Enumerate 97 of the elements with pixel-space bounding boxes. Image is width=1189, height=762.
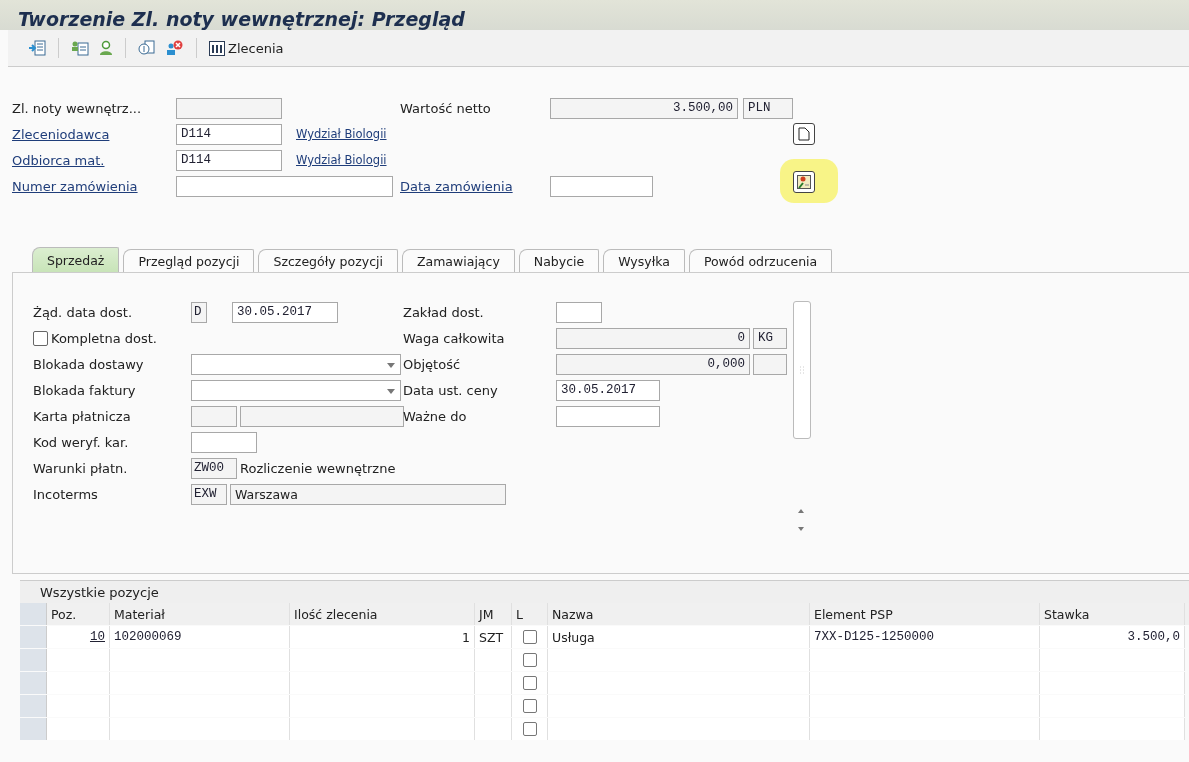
code-field[interactable]: EXW bbox=[191, 483, 227, 505]
window-title: Tworzenie Zl. noty wewnętrznej: Przegląd bbox=[18, 8, 465, 30]
row-selector[interactable] bbox=[20, 695, 47, 717]
field-label: Zl. noty wewnętrz... bbox=[12, 100, 143, 116]
field-label: Incoterms bbox=[33, 486, 99, 502]
table-cell bbox=[47, 718, 110, 740]
field-label: Waga całkowita bbox=[403, 330, 506, 346]
input-field[interactable]: 30.05.2017 bbox=[556, 379, 660, 401]
order-date-field[interactable] bbox=[550, 175, 653, 197]
input-field[interactable] bbox=[556, 301, 602, 323]
caret-icon bbox=[387, 388, 395, 394]
field-label: Karta płatnicza bbox=[33, 408, 132, 424]
field-label: Ważne do bbox=[403, 408, 468, 424]
checkbox[interactable] bbox=[522, 699, 537, 713]
net-value-field: 3.500,00 bbox=[550, 97, 738, 119]
location-field[interactable]: Warszawa bbox=[230, 483, 506, 505]
checkbox[interactable] bbox=[522, 676, 537, 690]
field-label: Data ust. ceny bbox=[403, 382, 499, 398]
tab[interactable]: Nabycie bbox=[518, 249, 600, 272]
customer-name-link[interactable]: Wydział Biologii bbox=[296, 127, 387, 141]
unit-field: KG bbox=[753, 327, 787, 349]
order-number-field[interactable] bbox=[176, 175, 393, 197]
field-label: Objętość bbox=[403, 356, 462, 372]
import-icon[interactable] bbox=[26, 38, 48, 58]
table-cell: 7XX-D125-1250000 bbox=[810, 626, 1040, 648]
checkbox[interactable] bbox=[522, 630, 537, 644]
input-field[interactable] bbox=[191, 431, 257, 453]
customer-code-field[interactable]: D114 bbox=[176, 123, 282, 145]
checkbox[interactable] bbox=[522, 722, 537, 736]
date-type-field[interactable]: D bbox=[191, 301, 207, 323]
scroll-arrows-icon[interactable] bbox=[796, 507, 806, 533]
code-description: Rozliczenie wewnętrzne bbox=[240, 460, 396, 476]
table-cell: SZT bbox=[475, 626, 512, 648]
document-icon[interactable] bbox=[793, 123, 815, 145]
dropdown[interactable] bbox=[191, 353, 401, 375]
column-header[interactable]: Nazwa bbox=[548, 603, 810, 625]
grip-icon bbox=[799, 366, 805, 374]
scroll-bar[interactable] bbox=[793, 301, 811, 439]
order-number-link[interactable]: Numer zamówienia bbox=[12, 178, 176, 194]
field-label: Żąd. data dost. bbox=[33, 304, 133, 320]
field-label: Warunki płatn. bbox=[33, 460, 129, 476]
tab[interactable]: Zamawiający bbox=[401, 249, 515, 272]
table-cell bbox=[47, 695, 110, 717]
column-header[interactable]: Ilość zlecenia bbox=[290, 603, 475, 625]
date-field[interactable]: 30.05.2017 bbox=[232, 301, 338, 323]
code-field[interactable]: ZW00 bbox=[191, 457, 237, 479]
checkbox[interactable] bbox=[33, 330, 48, 346]
column-header[interactable]: Stawka bbox=[1040, 603, 1185, 625]
caret-icon bbox=[387, 362, 395, 368]
table-cell: 3.500,0 bbox=[1040, 626, 1185, 648]
columns-icon bbox=[209, 40, 225, 56]
column-header[interactable]: L bbox=[512, 603, 548, 625]
quantity-field: 0,000 bbox=[556, 353, 750, 375]
customer-link[interactable]: Zleceniodawca bbox=[12, 126, 176, 142]
field-label: Wartość netto bbox=[400, 100, 492, 116]
person-icon[interactable] bbox=[97, 38, 115, 58]
tab[interactable]: Powód odrzucenia bbox=[688, 249, 833, 272]
field-label: Zakład dost. bbox=[403, 304, 485, 320]
item-number-link[interactable]: 10 bbox=[90, 630, 105, 644]
column-header[interactable]: JM bbox=[475, 603, 512, 625]
documents-icon[interactable] bbox=[136, 38, 158, 58]
row-selector[interactable] bbox=[20, 626, 47, 648]
row-selector[interactable] bbox=[20, 672, 47, 694]
tab[interactable]: Przegląd pozycji bbox=[123, 249, 255, 272]
orders-button[interactable]: Zlecenia bbox=[207, 38, 286, 58]
field-label: Blokada faktury bbox=[33, 382, 137, 398]
checkbox[interactable] bbox=[522, 653, 537, 667]
table-cell: 102000069 bbox=[110, 626, 290, 648]
card-type-field[interactable] bbox=[191, 405, 237, 427]
table-corner[interactable] bbox=[20, 603, 47, 625]
recipient-link[interactable]: Odbiorca mat. bbox=[12, 152, 176, 168]
table-cell: 1 bbox=[290, 626, 475, 648]
tab[interactable]: Szczegóły pozycji bbox=[258, 249, 398, 272]
column-header[interactable]: Element PSP bbox=[810, 603, 1040, 625]
table-title: Wszystkie pozycje bbox=[40, 584, 159, 600]
card-number-field[interactable] bbox=[240, 405, 404, 427]
row-selector[interactable] bbox=[20, 649, 47, 671]
currency-field: PLN bbox=[743, 97, 793, 119]
field-label: Kod weryf. kar. bbox=[33, 434, 130, 450]
quantity-field: 0 bbox=[556, 327, 750, 349]
dropdown[interactable] bbox=[191, 379, 401, 401]
column-header[interactable]: Poz. bbox=[47, 603, 110, 625]
column-header[interactable]: Materiał bbox=[110, 603, 290, 625]
table-cell: Usługa bbox=[548, 626, 810, 648]
table-cell bbox=[47, 672, 110, 694]
checkbox-label: Kompletna dost. bbox=[51, 330, 157, 346]
input-field[interactable] bbox=[556, 405, 660, 427]
note-number-field[interactable] bbox=[176, 97, 282, 119]
row-selector[interactable] bbox=[20, 718, 47, 740]
unit-field bbox=[753, 353, 787, 375]
order-date-link[interactable]: Data zamówienia bbox=[400, 178, 550, 194]
recipient-name-link[interactable]: Wydział Biologii bbox=[296, 153, 387, 167]
recipient-code-field[interactable]: D114 bbox=[176, 149, 282, 171]
field-label: Blokada dostawy bbox=[33, 356, 145, 372]
person-search-icon[interactable] bbox=[793, 171, 815, 193]
tab[interactable]: Sprzedaż bbox=[32, 247, 120, 272]
tab[interactable]: Wysyłka bbox=[603, 249, 685, 272]
